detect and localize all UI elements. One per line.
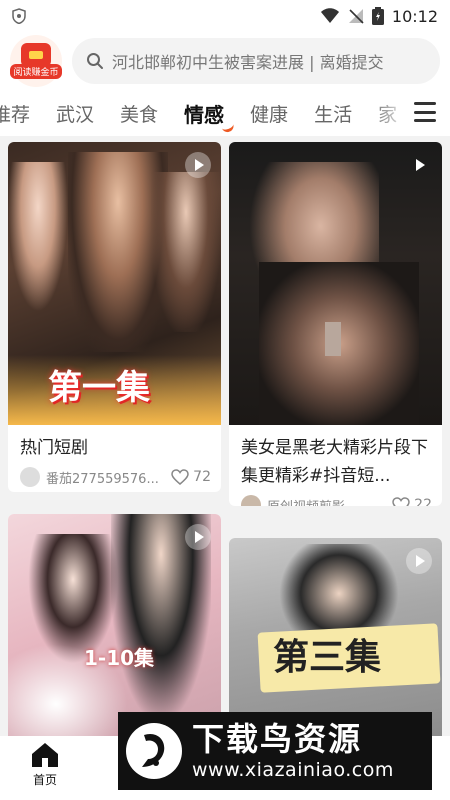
watermark-banner: 下载鸟资源 www.xiazainiao.com [118, 712, 432, 790]
video-thumbnail: 1-10集 [8, 514, 221, 744]
battery-icon [371, 7, 384, 25]
video-card[interactable]: 1-10集 [8, 514, 221, 744]
tab-recommend[interactable]: 推荐 [0, 100, 30, 127]
like-count: 72 [193, 469, 211, 485]
episode-badge: 1-10集 [84, 646, 155, 670]
heart-icon [171, 469, 189, 485]
video-thumbnail: 第一集 [8, 142, 221, 425]
nav-home-label: 首页 [32, 773, 57, 787]
like-button[interactable]: 22 [392, 497, 432, 506]
play-icon [406, 548, 432, 574]
play-icon [185, 524, 211, 550]
header: 阅读赚金币 河北邯郸初中生被害案进展 | 离婚提交 [0, 32, 450, 90]
play-icon [406, 152, 432, 178]
video-title: 美女是黑老大精彩片段下集更精彩#抖音短... [241, 438, 428, 486]
episode-badge: 第三集 [273, 637, 382, 678]
home-icon [32, 743, 58, 767]
tab-food[interactable]: 美食 [120, 100, 158, 127]
search-placeholder: 河北邯郸初中生被害案进展 | 离婚提交 [112, 53, 384, 72]
video-meta: 番茄277559576... 72 [20, 466, 211, 488]
video-card[interactable]: 第一集 热门短剧 番茄277559576... 72 [8, 142, 221, 492]
tab-wuhan[interactable]: 武汉 [56, 100, 94, 127]
video-meta: 原创视频剪影 22 [241, 494, 432, 506]
like-count: 22 [414, 497, 432, 506]
tab-life[interactable]: 生活 [314, 100, 352, 127]
avatar [241, 495, 261, 506]
tab-emotion[interactable]: 情感 [184, 99, 224, 128]
read-earn-coins-button[interactable]: 阅读赚金币 [10, 35, 62, 87]
clock: 10:12 [391, 6, 438, 26]
episode-badge: 第一集 [48, 368, 150, 408]
video-card[interactable]: 美女是黑老大精彩片段下集更精彩#抖音短... 原创视频剪影 22 [229, 142, 442, 506]
heart-icon [392, 497, 410, 506]
status-bar: 10:12 [0, 0, 450, 32]
avatar [20, 467, 40, 487]
play-icon [185, 152, 211, 178]
nav-home[interactable]: 首页 [18, 742, 72, 796]
shield-icon [12, 8, 26, 24]
tab-menu-icon[interactable] [414, 102, 436, 122]
bird-logo-icon [126, 723, 182, 779]
author-name: 原创视频剪影 [267, 496, 345, 507]
like-button[interactable]: 72 [171, 469, 211, 485]
video-title: 热门短剧 [20, 438, 88, 458]
video-feed: 第一集 热门短剧 番茄277559576... 72 美女是黑老大精彩片段下集更… [0, 136, 450, 744]
search-bar[interactable]: 河北邯郸初中生被害案进展 | 离婚提交 [72, 38, 440, 84]
watermark-title: 下载鸟资源 [192, 720, 363, 758]
author-name: 番茄277559576... [46, 471, 159, 487]
video-thumbnail [229, 142, 442, 425]
red-envelope-icon [21, 43, 51, 67]
category-tabs: 推荐 武汉 美食 情感 健康 生活 家 [0, 90, 450, 136]
watermark-url: www.xiazainiao.com [192, 759, 394, 781]
no-signal-icon [348, 9, 364, 24]
search-icon [87, 53, 103, 69]
wifi-icon [320, 8, 339, 23]
tab-health[interactable]: 健康 [250, 100, 288, 127]
